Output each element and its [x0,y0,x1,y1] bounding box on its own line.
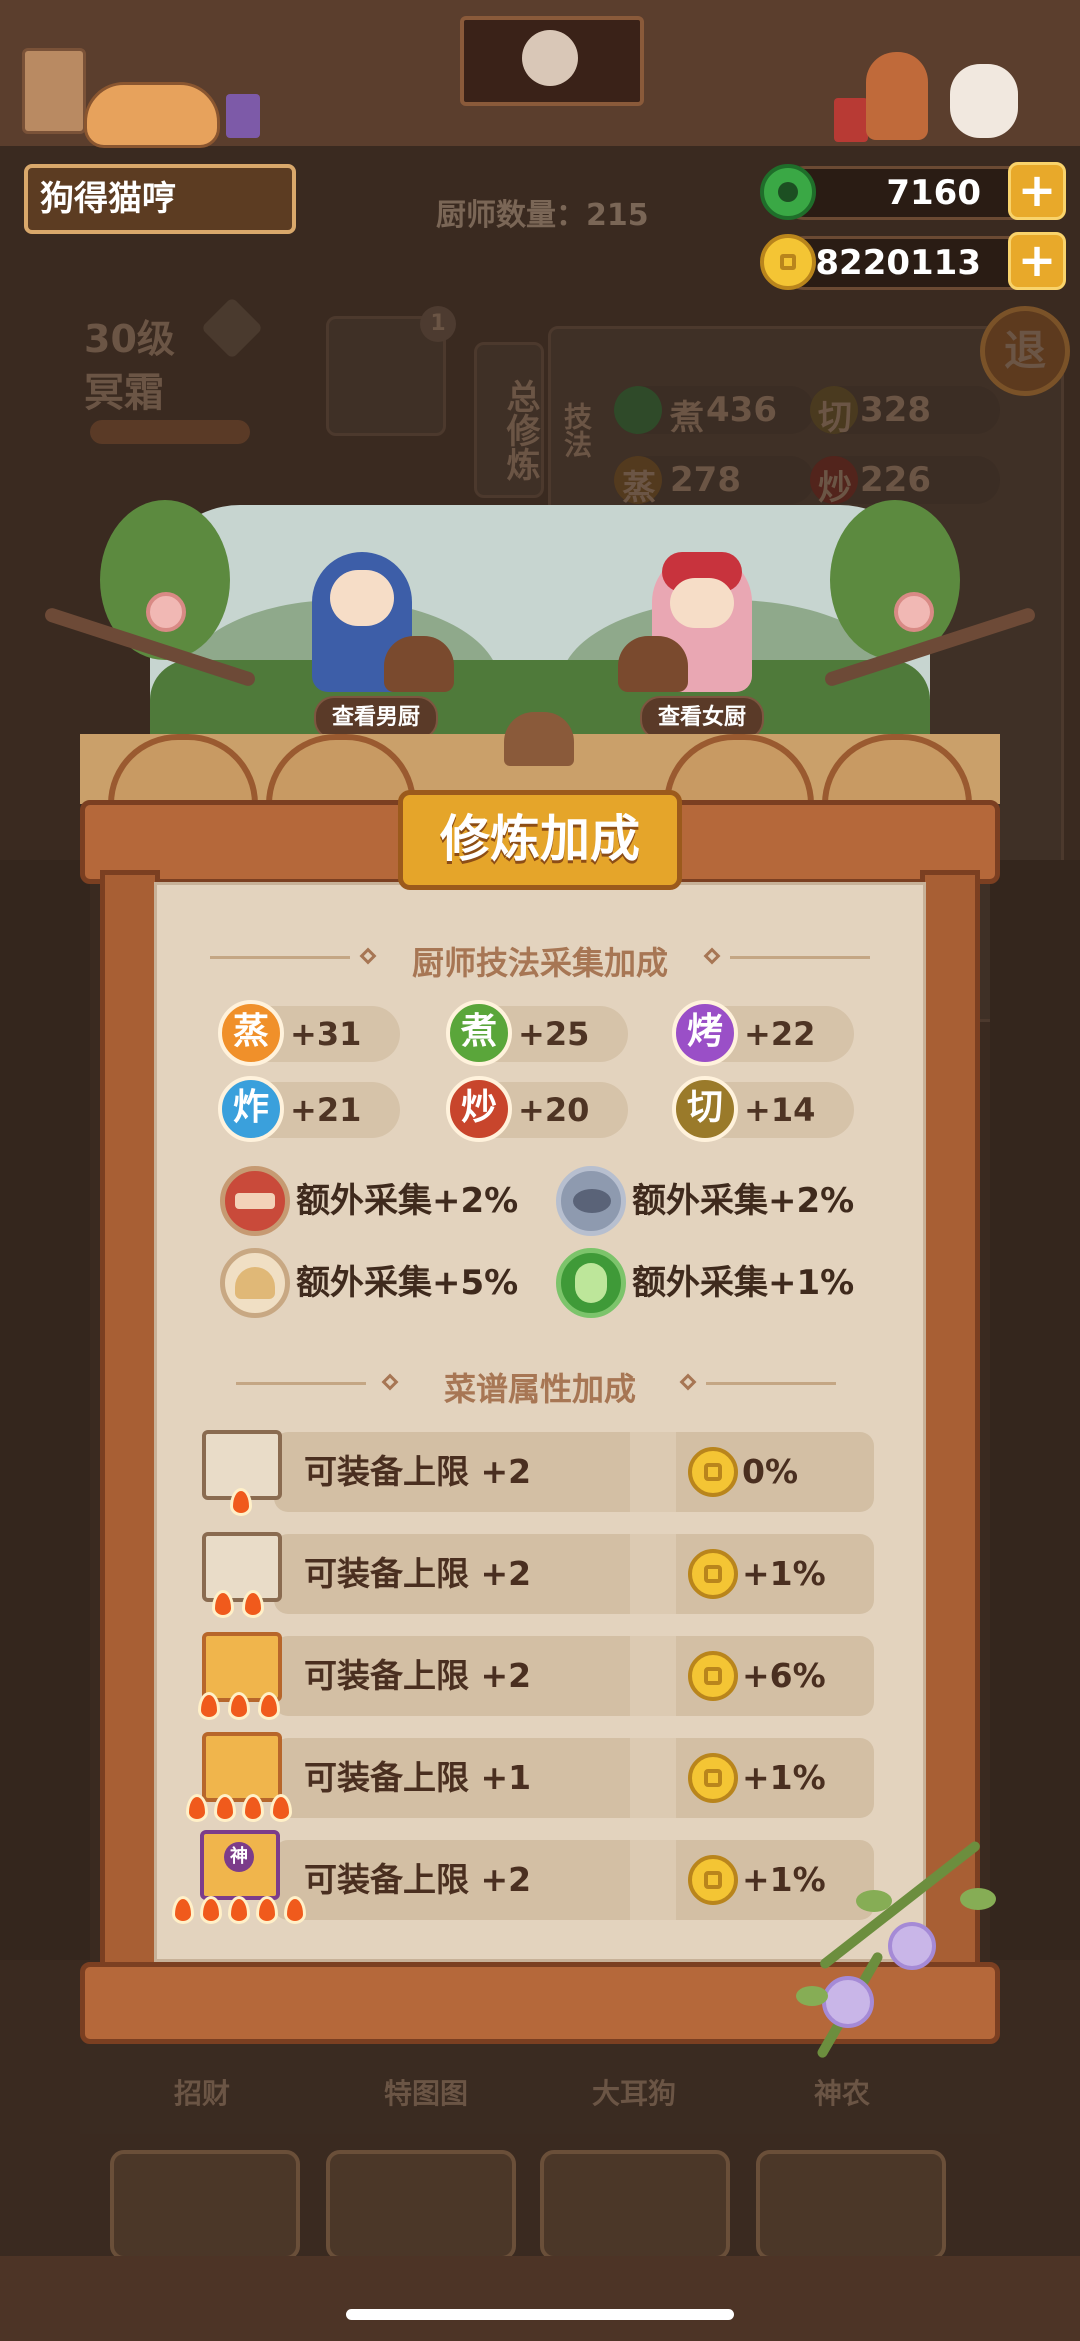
modal-title: 修炼加成 [398,790,682,890]
flame-icon [284,1896,306,1924]
skill-bonus-value: +22 [744,1015,816,1053]
flame-icon [228,1896,250,1924]
flour-icon [220,1248,290,1318]
roast-skill-icon: 烤 [672,1000,738,1066]
boil-skill-icon: 煮 [446,1000,512,1066]
fry-skill-icon: 炸 [218,1076,284,1142]
section-recipe-title: 菜谱属性加成 [443,1370,636,1408]
leaf-icon [796,1986,828,2006]
flower-icon [822,1976,874,2028]
recipe-book-icon [202,1732,282,1802]
cut-skill-icon: 切 [672,1076,738,1142]
recipe-row-text: 可装备上限 +1 [304,1758,532,1797]
roof-ornament [504,712,574,766]
flame-icon [172,1896,194,1924]
extra-gather-meat: 额外采集+2% [296,1181,519,1221]
row-stripe [630,1840,676,1920]
gold-coin-icon [688,1651,738,1701]
skill-bonus-value: +20 [518,1091,590,1129]
flame-icon [230,1488,252,1516]
gold-coin-icon [688,1447,738,1497]
flame-icon [242,1590,264,1618]
flame-icon [270,1794,292,1822]
recipe-row-bonus: +1% [742,1758,826,1797]
flame-icon [200,1896,222,1924]
wooden-horse-icon [618,636,688,692]
flame-icon [212,1590,234,1618]
extra-gather-veg: 额外采集+1% [632,1263,855,1303]
gold-coin-icon [688,1855,738,1905]
modal-frame-left [100,870,160,1970]
recipe-row-text: 可装备上限 +2 [304,1860,532,1899]
divider-line [706,1382,836,1385]
skill-bonus-value: +21 [290,1091,362,1129]
wooden-horse-icon [384,636,454,692]
section-skill-title: 厨师技法采集加成 [411,944,668,982]
flame-icon [198,1692,220,1720]
extra-gather-fish: 额外采集+2% [632,1181,855,1221]
divider-line [236,1382,366,1385]
meat-icon [220,1166,290,1236]
row-stripe [630,1738,676,1818]
recipe-row-text: 可装备上限 +2 [304,1656,532,1695]
extra-gather-flour: 额外采集+5% [296,1263,519,1303]
flame-icon [214,1794,236,1822]
recipe-row-text: 可装备上限 +2 [304,1554,532,1593]
fish-icon [556,1166,626,1236]
leaf-icon [960,1888,996,1910]
recipe-row-bonus: +6% [742,1656,826,1695]
row-stripe [630,1432,676,1512]
flower-icon [888,1922,936,1970]
divine-badge: 神 [224,1842,254,1872]
modal-frame-right [920,870,980,1970]
skill-bonus-value: +14 [744,1091,816,1129]
flame-icon [256,1896,278,1924]
cabbage-icon [556,1248,626,1318]
row-stripe [630,1636,676,1716]
recipe-row-bonus: +1% [742,1554,826,1593]
leaf-icon [856,1890,892,1912]
recipe-row-bonus: 0% [742,1452,799,1491]
modal-layer: 查看男厨 查看女厨 修炼加成 厨师技法采集加成 蒸 +31 煮 +25 烤 +2… [0,0,1080,2341]
gold-coin-icon [688,1549,738,1599]
flame-icon [186,1794,208,1822]
row-stripe [630,1534,676,1614]
blossom-icon [146,592,186,632]
blossom-icon [894,592,934,632]
home-indicator[interactable] [346,2309,734,2320]
flame-icon [258,1692,280,1720]
flame-icon [242,1794,264,1822]
flame-icon [228,1692,250,1720]
recipe-row-text: 可装备上限 +2 [304,1452,532,1491]
steam-skill-icon: 蒸 [218,1000,284,1066]
gold-coin-icon [688,1753,738,1803]
stir-fry-skill-icon: 炒 [446,1076,512,1142]
skill-bonus-value: +31 [290,1015,362,1053]
divider-line [210,956,350,959]
skill-bonus-value: +25 [518,1015,590,1053]
divider-line [730,956,870,959]
recipe-row-bonus: +1% [742,1860,826,1899]
recipe-book-icon [202,1532,282,1602]
